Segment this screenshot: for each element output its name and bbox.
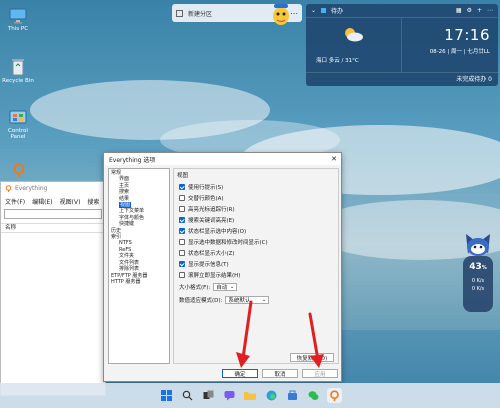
option-row-highlight-hover[interactable]: 高亮光标追踪行(R) (179, 205, 235, 213)
size-format-select[interactable]: 自动 ⌄ (213, 283, 238, 291)
checkbox[interactable] (179, 206, 185, 212)
window-title: Everything (15, 185, 48, 192)
checkbox[interactable] (179, 261, 185, 267)
clock-date: 08-26 | 周一 | 七月廿LL (429, 49, 490, 55)
mascot-sticker (273, 4, 289, 25)
size-format-label: 大小格式(F): (179, 285, 211, 291)
system-monitor-gadget[interactable]: 43% 0 K/s 0 K/s (463, 256, 493, 312)
everything-icon (5, 185, 12, 192)
recycle-bin-icon (12, 59, 24, 76)
desktop-icon-this-pc[interactable]: This PC (0, 8, 36, 32)
search-icon[interactable] (180, 388, 195, 403)
upload-speed: 0 K/s (471, 278, 485, 284)
checkbox[interactable] (179, 239, 185, 245)
weather-location: 海口 多云 / 31°C (316, 58, 359, 64)
everything-desktop-icon[interactable] (12, 163, 26, 177)
cancel-button[interactable]: 取消 (262, 369, 298, 378)
desktop-icon-control-panel[interactable]: Control Panel (0, 110, 36, 140)
option-row-statusbar-selected[interactable]: 状态栏显示选中内容(O) (179, 227, 246, 235)
close-icon[interactable]: ✕ (327, 155, 341, 163)
task-view-icon[interactable] (201, 388, 216, 403)
checkbox[interactable] (179, 217, 185, 223)
menu-file[interactable]: 文件(F) (5, 197, 25, 206)
wechat-icon[interactable] (306, 388, 321, 403)
option-row-alt-colors[interactable]: 交替行颜色(A) (179, 194, 224, 202)
cpu-unit: % (481, 265, 487, 271)
grid-icon (321, 8, 327, 13)
file-explorer-icon[interactable] (243, 388, 258, 403)
desktop-icon-label: Control Panel (8, 128, 28, 140)
desktop-icon-label: Recycle Bin (2, 78, 34, 84)
menu-view[interactable]: 视图(V) (60, 197, 81, 206)
option-row-scroll-results[interactable]: 滚屏立即显示结果(H) (179, 271, 240, 279)
todo-footer: 未完成待办 0 (306, 72, 498, 86)
todo-title: 待办 (331, 8, 344, 15)
options-tree: 常规 界面 主页 搜索 结果 视图 上下文菜单 字体与颜色 快捷键 历史 索引 … (108, 168, 170, 364)
size-format-row: 大小格式(F): 自动 ⌄ (179, 283, 238, 291)
dialog-title: Everything 选项 (109, 156, 156, 164)
chevron-down-icon: ⌄ (229, 284, 235, 290)
menu-search[interactable]: 搜索 (87, 197, 99, 206)
checkbox[interactable] (179, 250, 185, 256)
everything-icon[interactable] (326, 388, 342, 403)
scrollbar-mode-label: 数值适应模式(D): (179, 298, 223, 304)
checkbox[interactable] (179, 228, 185, 234)
column-header-name[interactable]: 名称 (1, 223, 105, 233)
monitor-icon (9, 8, 27, 24)
taskbar (0, 383, 500, 408)
search-input[interactable] (4, 209, 102, 219)
desktop-icon-recycle-bin[interactable]: Recycle Bin (0, 58, 36, 84)
checkbox[interactable] (179, 272, 185, 278)
tree-item-http-server[interactable]: HTTP 服务器 (109, 279, 169, 285)
grid-icon[interactable] (176, 9, 183, 17)
store-icon[interactable] (285, 388, 300, 403)
option-row-statusbar-size[interactable]: 状态栏显示大小(Z) (179, 249, 235, 257)
desktop-icon-label: This PC (7, 26, 29, 32)
annotation-arrow-ok (236, 300, 253, 368)
more-icon[interactable]: ⋯ (487, 7, 493, 14)
option-row-tooltips[interactable]: 使用行提示(S) (179, 183, 223, 191)
add-icon[interactable]: + (477, 7, 482, 14)
chevron-down-icon[interactable]: ⌄ (311, 7, 316, 14)
gadget-mascot-icon (466, 234, 490, 256)
panel-title: 视图 (177, 173, 189, 179)
option-row-selected-data[interactable]: 显示选中数据和修改时间显示(C) (179, 238, 268, 246)
checkbox[interactable] (179, 184, 185, 190)
ok-button[interactable]: 确定 (222, 369, 258, 378)
edge-icon[interactable] (264, 388, 279, 403)
checkbox[interactable] (179, 195, 185, 201)
grid-icon[interactable]: ▦ (456, 7, 462, 14)
partition-title: 新建分区 (188, 10, 213, 18)
chevron-down-icon: ⌄ (261, 297, 267, 303)
start-icon[interactable] (159, 388, 174, 403)
chat-icon[interactable] (222, 388, 237, 403)
cpu-percent: 43 (469, 262, 482, 272)
cloudy-weather-icon (345, 28, 363, 42)
control-panel-icon (9, 110, 27, 124)
menu-edit[interactable]: 编辑(E) (32, 197, 52, 206)
clock-time: 17:16 (444, 26, 490, 44)
everything-main-window: Everything 文件(F) 编辑(E) 视图(V) 搜索 名称 (0, 181, 106, 396)
annotation-arrow-apply (308, 312, 324, 368)
todo-weather-widget: ⌄ 待办 ▦ ⚙ + ⋯ 海口 多云 / 31°C 17:16 08-26 | … (306, 4, 498, 86)
download-speed: 0 K/s (471, 286, 485, 292)
option-row-highlight-terms[interactable]: 搜索关键词高亮(E) (179, 216, 234, 224)
settings-icon[interactable]: ⚙ (467, 7, 472, 14)
option-row-show-tips[interactable]: 显示提示信息(T) (179, 260, 229, 268)
